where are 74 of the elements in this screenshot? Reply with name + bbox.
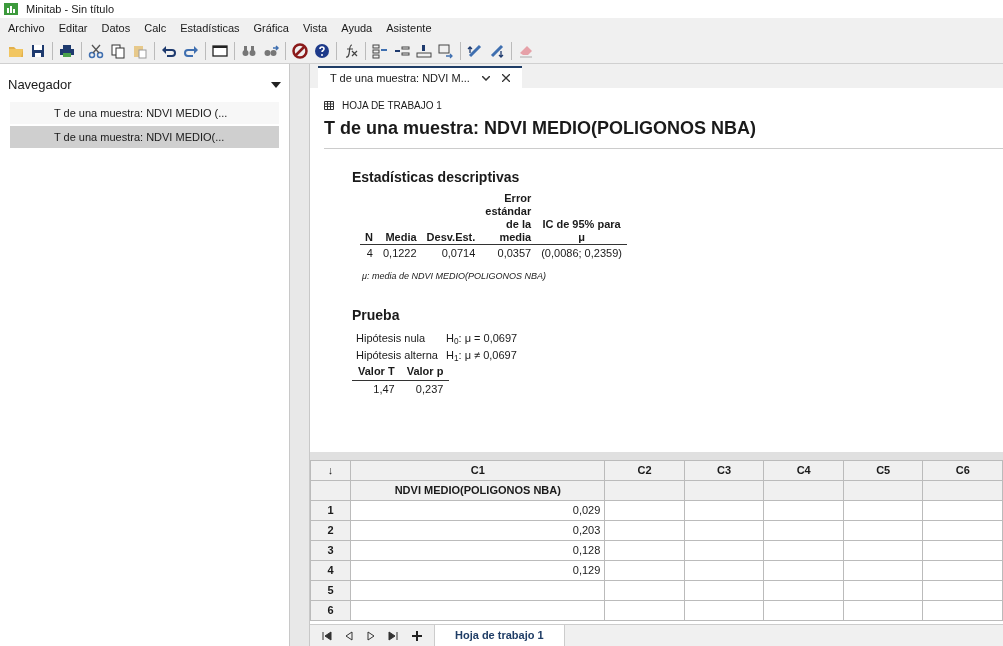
section-heading: Prueba bbox=[352, 306, 401, 325]
app-logo-icon bbox=[4, 3, 18, 15]
table-cell[interactable]: 0,029 bbox=[350, 500, 605, 521]
table-cell[interactable]: 0,129 bbox=[350, 560, 605, 581]
hypothesis-value: H$_{0}$: μ = 0,0697 bbox=[446, 331, 518, 347]
cancel-icon[interactable] bbox=[292, 42, 308, 59]
table-cell: 1,47 bbox=[352, 380, 401, 397]
column-header[interactable]: C1 bbox=[350, 460, 605, 481]
panel-title: Navegador bbox=[8, 76, 72, 95]
table-cell[interactable]: 0,203 bbox=[350, 520, 605, 541]
table-cell[interactable]: 0,128 bbox=[350, 540, 605, 561]
function-icon[interactable] bbox=[343, 42, 359, 59]
copy-icon[interactable] bbox=[110, 42, 126, 59]
column-header: Media bbox=[377, 192, 422, 245]
row-number[interactable]: 6 bbox=[310, 600, 351, 621]
navigator-item[interactable]: T de una muestra: NDVI MEDIO (... bbox=[10, 102, 279, 124]
row-number[interactable]: 2 bbox=[310, 520, 351, 541]
output-title: T de una muestra: NDVI MEDIO(POLIGONOS NBA) bbox=[324, 117, 758, 140]
cut-icon[interactable] bbox=[88, 42, 104, 59]
menu-item[interactable]: Vista bbox=[303, 19, 328, 37]
table-cell: (0,0086; 0,2359) bbox=[536, 244, 627, 262]
previous-icon[interactable] bbox=[344, 630, 354, 641]
footnote: μ: media de NDVI MEDIO(POLIGONOS NBA) bbox=[362, 269, 547, 283]
column-header[interactable]: C6 bbox=[922, 460, 1003, 481]
table-cell: 0,0357 bbox=[480, 244, 537, 262]
add-icon[interactable] bbox=[412, 630, 422, 641]
sheet-tab[interactable]: Hoja de trabajo 1 bbox=[434, 625, 565, 646]
row-number[interactable]: 5 bbox=[310, 580, 351, 601]
grid-icon bbox=[324, 101, 334, 110]
column-header: IC de 95% para μ bbox=[536, 192, 627, 245]
last-icon[interactable] bbox=[388, 630, 398, 641]
menu-item[interactable]: Estadísticas bbox=[180, 19, 240, 37]
window-icon[interactable] bbox=[212, 42, 228, 59]
table-cell: 0,237 bbox=[400, 380, 450, 397]
print-icon[interactable] bbox=[59, 42, 75, 59]
menu-item[interactable]: Calc bbox=[144, 19, 167, 37]
column-header[interactable]: C2 bbox=[604, 460, 685, 481]
column-header: Valor p bbox=[400, 363, 450, 380]
column-header: N bbox=[360, 192, 378, 245]
column-header: Error estándar de la media bbox=[480, 192, 537, 245]
close-icon[interactable] bbox=[501, 74, 510, 82]
window-title: Minitab - Sin título bbox=[26, 1, 115, 17]
chevron-icon[interactable] bbox=[481, 75, 490, 81]
table-cell: 0,0714 bbox=[421, 244, 481, 262]
hypothesis-label: Hipótesis alterna bbox=[356, 347, 439, 363]
save-icon[interactable] bbox=[30, 42, 46, 59]
column-header[interactable]: C5 bbox=[843, 460, 923, 481]
worksheet-label: HOJA DE TRABAJO 1 bbox=[342, 99, 442, 113]
row-number[interactable]: 4 bbox=[310, 560, 351, 581]
output-tab[interactable]: T de una muestra: NDVI M... bbox=[318, 66, 522, 88]
help-icon[interactable] bbox=[314, 42, 330, 59]
tab-label[interactable]: T de una muestra: NDVI M... bbox=[330, 69, 470, 87]
column-header[interactable]: C3 bbox=[684, 460, 764, 481]
hypothesis-label: Hipótesis nula bbox=[356, 331, 427, 346]
column-header[interactable]: C4 bbox=[763, 460, 844, 481]
menu-item[interactable]: Editar bbox=[58, 19, 88, 37]
menu-item[interactable]: Archivo bbox=[8, 19, 45, 37]
menu-item[interactable]: Asistente bbox=[386, 19, 432, 37]
table-cell: 0,1222 bbox=[377, 244, 422, 262]
navigator-item[interactable]: T de una muestra: NDVI MEDIO(... bbox=[10, 126, 279, 148]
column-header: Desv.Est. bbox=[421, 192, 481, 245]
table-cell: 4 bbox=[360, 244, 378, 262]
menu-item[interactable]: Ayuda bbox=[341, 19, 373, 37]
row-number[interactable]: 1 bbox=[310, 500, 351, 521]
corner-cell[interactable]: ↓ bbox=[310, 460, 351, 481]
next-icon[interactable] bbox=[366, 630, 376, 641]
section-heading: Estadísticas descriptivas bbox=[352, 168, 521, 187]
dropdown-icon[interactable] bbox=[271, 82, 281, 88]
hypothesis-value: H$_{1}$: μ ≠ 0,0697 bbox=[446, 347, 518, 363]
menu-item[interactable]: Gráfica bbox=[253, 19, 289, 37]
row-number[interactable]: 3 bbox=[310, 540, 351, 561]
menu-item[interactable]: Datos bbox=[101, 19, 131, 37]
first-icon[interactable] bbox=[322, 630, 332, 641]
column-header: Valor T bbox=[352, 363, 401, 380]
